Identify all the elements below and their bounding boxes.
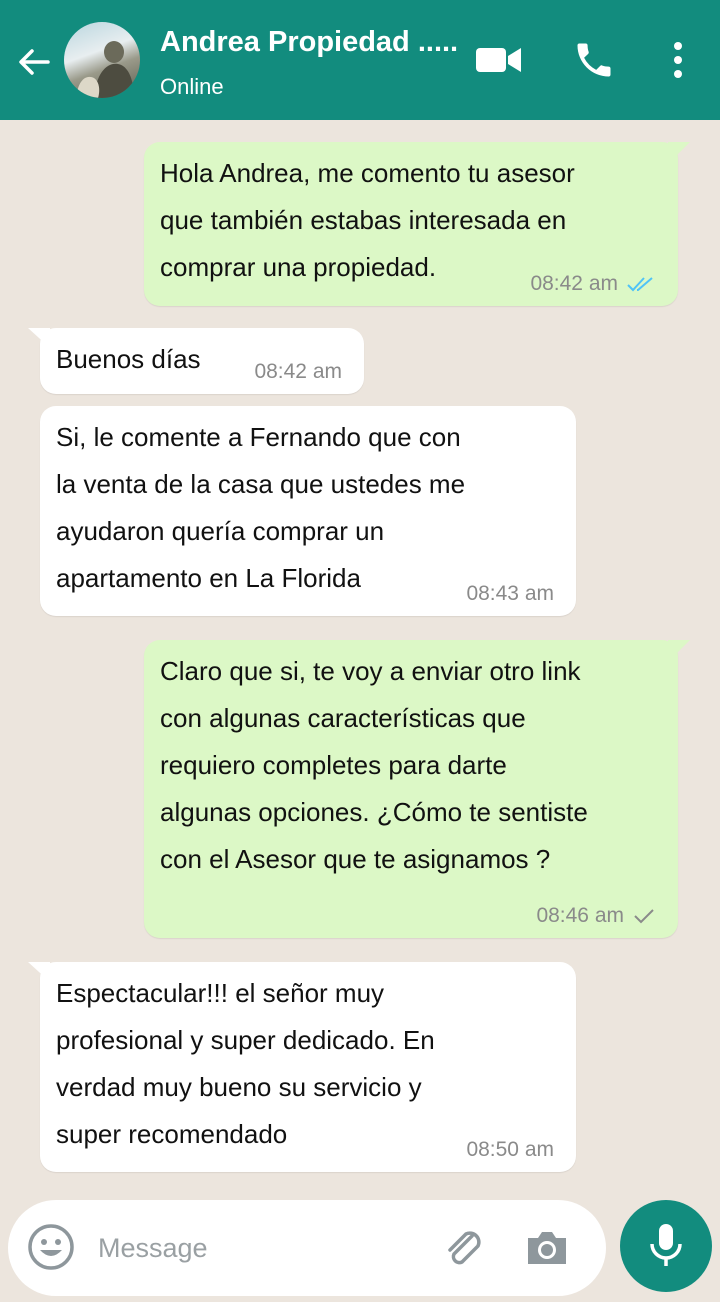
message-bubble-incoming[interactable]: Espectacular!!! el señor muy profesional… — [28, 962, 576, 1172]
message-meta: 08:43 am — [466, 582, 554, 606]
message-meta: 08:50 am — [466, 1138, 554, 1162]
contact-name[interactable]: Andrea Propiedad ..... — [160, 26, 465, 59]
camera-button[interactable] — [524, 1228, 570, 1268]
camera-icon — [528, 1232, 566, 1264]
chat-header: Andrea Propiedad ..... Online — [0, 0, 720, 120]
voice-record-button[interactable] — [620, 1200, 712, 1292]
more-options-button[interactable] — [664, 38, 692, 82]
avatar[interactable] — [64, 22, 140, 98]
message-text: Hola Andrea, me comento tu asesor que ta… — [160, 158, 575, 282]
message-meta: 08:46 am — [536, 904, 656, 928]
video-call-button[interactable] — [474, 42, 524, 78]
message-composer — [8, 1200, 606, 1296]
avatar-photo — [76, 41, 134, 98]
single-check-icon — [634, 909, 654, 924]
message-text: Espectacular!!! el señor muy profesional… — [56, 978, 435, 1149]
message-meta: 08:42 am — [530, 272, 656, 296]
message-time: 08:42 am — [254, 360, 342, 383]
message-time: 08:43 am — [466, 582, 554, 605]
message-text: Buenos días — [56, 344, 201, 374]
arrow-left-icon — [19, 49, 50, 75]
message-time: 08:46 am — [536, 904, 624, 927]
message-bubble-incoming[interactable]: Buenos días 08:42 am — [28, 328, 364, 394]
message-meta: 08:42 am — [254, 360, 342, 384]
message-bubble-outgoing[interactable]: Hola Andrea, me comento tu asesor que ta… — [144, 142, 690, 306]
bubble-tail — [668, 640, 690, 660]
bubble-tail — [28, 962, 50, 982]
message-bubble-incoming[interactable]: Si, le comente a Fernando que con la ven… — [40, 406, 576, 616]
message-bubble-outgoing[interactable]: Claro que si, te voy a enviar otro link … — [144, 640, 690, 938]
double-check-read-icon — [627, 277, 653, 292]
microphone-icon — [650, 1224, 682, 1266]
more-vertical-icon — [674, 42, 682, 78]
contact-status: Online — [160, 74, 224, 99]
bubble-tail — [28, 328, 50, 348]
paperclip-icon — [448, 1231, 481, 1265]
message-text: Si, le comente a Fernando que con la ven… — [56, 422, 466, 593]
message-time: 08:50 am — [466, 1138, 554, 1161]
message-input[interactable] — [98, 1228, 418, 1268]
message-text: Claro que si, te voy a enviar otro link … — [160, 656, 588, 874]
attach-button[interactable] — [442, 1226, 488, 1272]
emoji-icon — [28, 1224, 74, 1270]
bubble-tail — [668, 142, 690, 162]
phone-icon — [577, 43, 611, 77]
voice-call-button[interactable] — [572, 38, 616, 82]
video-camera-icon — [476, 48, 521, 72]
message-time: 08:42 am — [530, 272, 618, 295]
emoji-button[interactable] — [26, 1222, 76, 1272]
back-button[interactable] — [14, 42, 54, 82]
